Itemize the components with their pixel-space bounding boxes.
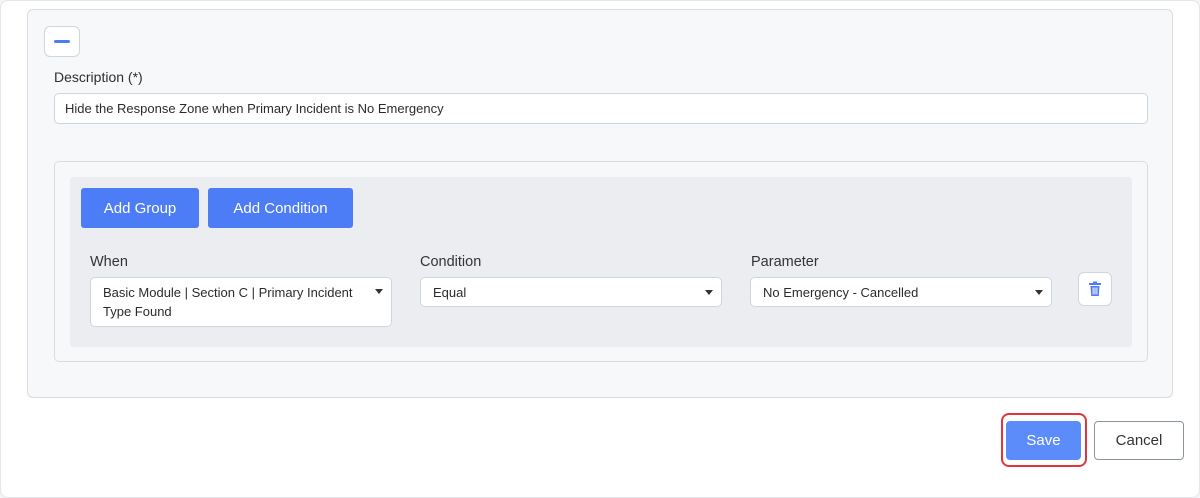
- parameter-select-value: No Emergency - Cancelled: [763, 285, 919, 300]
- caret-down-icon: [375, 289, 383, 294]
- when-value-line2: Type Found: [103, 304, 172, 319]
- parameter-select[interactable]: No Emergency - Cancelled: [750, 277, 1052, 307]
- caret-down-icon: [705, 290, 713, 295]
- caret-down-icon: [1035, 290, 1043, 295]
- condition-label: Condition: [420, 254, 482, 270]
- description-input[interactable]: [54, 93, 1148, 124]
- add-group-button[interactable]: Add Group: [81, 188, 199, 228]
- condition-builder: Add Group Add Condition When Basic Modul…: [54, 161, 1148, 362]
- when-value-line1: Basic Module | Section C | Primary Incid…: [103, 285, 353, 300]
- collapse-button[interactable]: [44, 26, 80, 57]
- save-button[interactable]: Save: [1006, 421, 1081, 460]
- add-condition-button[interactable]: Add Condition: [208, 188, 353, 228]
- parameter-label: Parameter: [751, 254, 819, 270]
- when-select[interactable]: Basic Module | Section C | Primary Incid…: [90, 277, 392, 327]
- page: Description (*) Add Group Add Condition …: [0, 0, 1200, 498]
- trash-icon: [1089, 281, 1101, 296]
- rule-card: Description (*) Add Group Add Condition …: [27, 9, 1173, 398]
- condition-group: Add Group Add Condition When Basic Modul…: [70, 177, 1132, 347]
- when-select-value: Basic Module | Section C | Primary Incid…: [103, 283, 365, 321]
- description-label: Description (*): [54, 69, 143, 85]
- delete-condition-button[interactable]: [1078, 272, 1112, 306]
- condition-select-value: Equal: [433, 285, 467, 300]
- condition-select[interactable]: Equal: [420, 277, 722, 307]
- when-label: When: [90, 254, 128, 270]
- cancel-button[interactable]: Cancel: [1094, 421, 1184, 460]
- minus-icon: [54, 40, 70, 43]
